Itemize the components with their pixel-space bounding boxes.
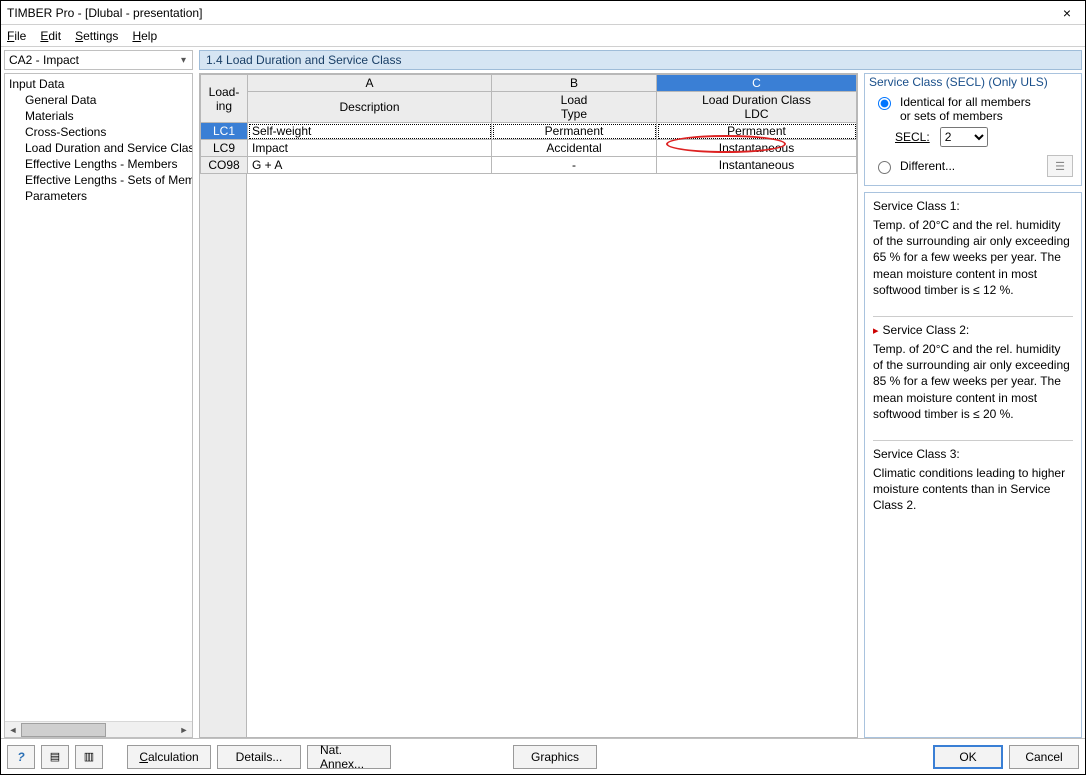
tree-item-parameters[interactable]: Parameters — [7, 188, 192, 204]
col-c: C — [657, 75, 857, 92]
cell-type[interactable]: - — [492, 157, 657, 174]
sc3-title: Service Class 3: — [873, 447, 1073, 461]
cell-ldc[interactable]: Instantaneous — [657, 157, 857, 174]
load-table[interactable]: Load-ing A B C Description LoadType Load… — [199, 73, 858, 738]
menu-settings[interactable]: Settings — [75, 29, 118, 43]
page-icon: ▤ — [50, 750, 60, 763]
row-id[interactable]: LC1 — [201, 123, 248, 140]
service-class-group: Service Class (SECL) (Only ULS) Identica… — [864, 73, 1082, 186]
group-title: Service Class (SECL) (Only ULS) — [865, 74, 1081, 93]
cell-desc[interactable]: Impact — [248, 140, 492, 157]
menu-bar: File Edit Settings Help — [1, 25, 1085, 47]
nav-tree: Input Data General Data Materials Cross-… — [4, 73, 193, 738]
close-icon[interactable]: × — [1055, 5, 1079, 21]
cell-desc[interactable]: Self-weight — [248, 123, 492, 140]
tree-root[interactable]: Input Data — [7, 76, 192, 92]
col-a: A — [248, 75, 492, 92]
tree-item-eff-len-sets[interactable]: Effective Lengths - Sets of Members — [7, 172, 192, 188]
sc2-title: Service Class 2: — [873, 323, 1073, 337]
service-class-description: Service Class 1: Temp. of 20°C and the r… — [864, 192, 1082, 738]
tree-item-cross-sections[interactable]: Cross-Sections — [7, 124, 192, 140]
menu-help[interactable]: Help — [132, 29, 157, 43]
col-b-sub: LoadType — [492, 92, 657, 123]
col-loading: Load-ing — [201, 75, 248, 123]
details-button[interactable]: Details... — [217, 745, 301, 769]
radio-different-label: Different... — [900, 159, 955, 173]
row-id[interactable]: CO98 — [201, 157, 248, 174]
chevron-down-icon: ▾ — [181, 55, 186, 66]
sc2-body: Temp. of 20°C and the rel. humidity of t… — [873, 341, 1073, 422]
graphics-button[interactable]: Graphics — [513, 745, 597, 769]
tree-item-general-data[interactable]: General Data — [7, 92, 192, 108]
different-tool-button[interactable]: ☰ — [1047, 155, 1073, 177]
case-combo[interactable]: CA2 - Impact ▾ — [4, 50, 193, 70]
radio-identical[interactable] — [878, 97, 891, 110]
bottom-toolbar: ? ▤ ▥ Calculation Details... Nat. Annex.… — [1, 738, 1085, 774]
cell-ldc[interactable]: Permanent — [657, 123, 857, 140]
secl-label: SECL: — [895, 130, 930, 144]
col-b: B — [492, 75, 657, 92]
calculation-button[interactable]: Calculation — [127, 745, 211, 769]
cell-type[interactable]: Permanent — [492, 123, 657, 140]
cell-desc[interactable]: G + A — [248, 157, 492, 174]
tree-item-load-duration[interactable]: Load Duration and Service Class — [7, 140, 192, 156]
col-c-sub: Load Duration ClassLDC — [657, 92, 857, 123]
sc3-body: Climatic conditions leading to higher mo… — [873, 465, 1073, 514]
radio-different[interactable] — [878, 161, 891, 174]
cell-type[interactable]: Accidental — [492, 140, 657, 157]
page-next-icon: ▥ — [84, 750, 94, 763]
cancel-button[interactable]: Cancel — [1009, 745, 1079, 769]
tree-hscrollbar[interactable]: ◄ ► — [5, 721, 192, 737]
secl-select[interactable]: 2 — [940, 127, 988, 147]
tool-button-1[interactable]: ▤ — [41, 745, 69, 769]
case-combo-value: CA2 - Impact — [9, 53, 79, 67]
sc1-title: Service Class 1: — [873, 199, 1073, 213]
tree-item-eff-len-members[interactable]: Effective Lengths - Members — [7, 156, 192, 172]
title-bar: TIMBER Pro - [Dlubal - presentation] × — [1, 1, 1085, 25]
cell-ldc[interactable]: Instantaneous — [657, 140, 857, 157]
panel-title: 1.4 Load Duration and Service Class — [199, 50, 1082, 70]
window-title: TIMBER Pro - [Dlubal - presentation] — [7, 6, 202, 20]
col-a-sub: Description — [248, 92, 492, 123]
row-id[interactable]: LC9 — [201, 140, 248, 157]
ok-button[interactable]: OK — [933, 745, 1003, 769]
nat-annex-button[interactable]: Nat. Annex... — [307, 745, 391, 769]
radio-identical-label: Identical for all members or sets of mem… — [900, 95, 1031, 123]
menu-file[interactable]: File — [7, 29, 26, 43]
menu-edit[interactable]: Edit — [40, 29, 61, 43]
sc1-body: Temp. of 20°C and the rel. humidity of t… — [873, 217, 1073, 298]
tree-item-materials[interactable]: Materials — [7, 108, 192, 124]
help-button[interactable]: ? — [7, 745, 35, 769]
tool-button-2[interactable]: ▥ — [75, 745, 103, 769]
